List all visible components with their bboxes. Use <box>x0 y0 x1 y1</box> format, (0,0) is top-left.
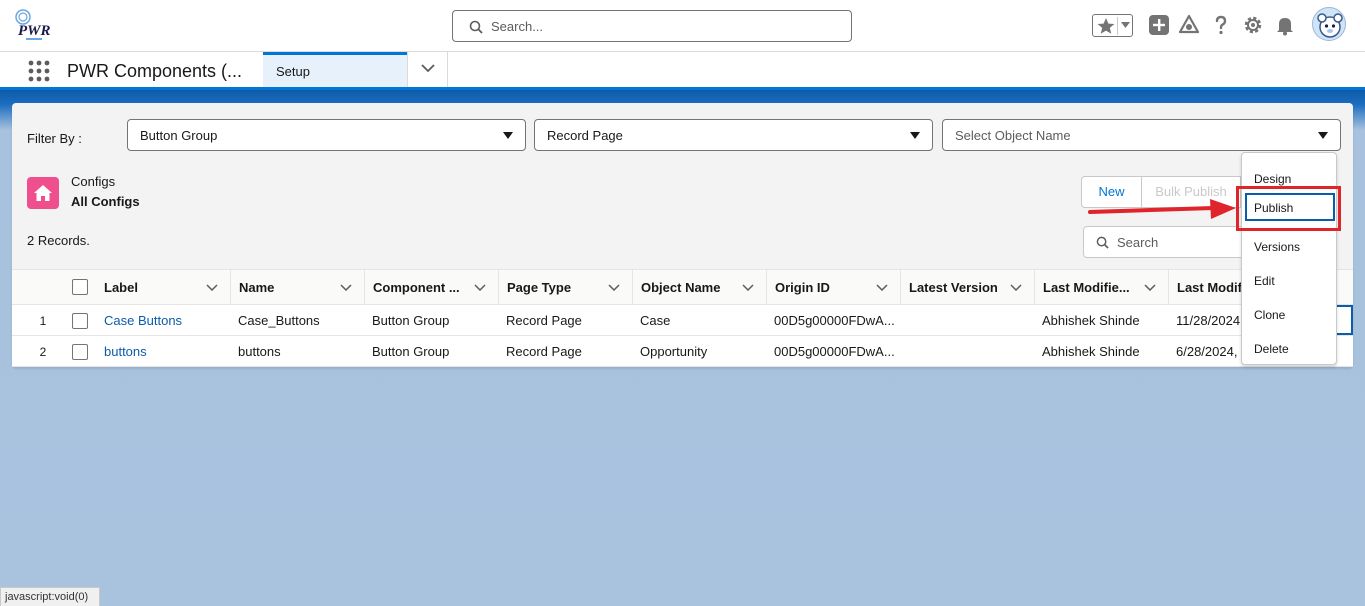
record-page-type: Record Page <box>506 313 582 328</box>
object-name-placeholder: Select Object Name <box>955 128 1071 143</box>
filter-by-label: Filter By : <box>27 131 82 146</box>
list-search-input[interactable]: Search <box>1083 226 1253 258</box>
record-count: 2 Records. <box>27 233 90 248</box>
column-header-name[interactable]: Name <box>230 270 364 304</box>
record-name: Case_Buttons <box>238 313 320 328</box>
app-name: PWR Components (... <box>67 61 243 81</box>
record-object-name: Case <box>640 313 671 328</box>
record-origin-id: 00D5g00000FDwA... <box>774 344 895 359</box>
record-component: Button Group <box>372 313 450 328</box>
column-header-label[interactable]: Label <box>96 270 230 304</box>
menu-item-edit[interactable]: Edit <box>1242 259 1336 293</box>
record-label-link[interactable]: Case Buttons <box>104 313 182 328</box>
configs-object-icon <box>27 177 59 209</box>
page-type-value: Record Page <box>547 128 623 143</box>
component-type-select[interactable]: Button Group <box>127 119 526 151</box>
user-avatar[interactable] <box>1312 7 1346 41</box>
configs-list-card: Filter By : Button Group Record Page Sel… <box>12 103 1353 367</box>
table-header: Label Name Component ... Page Type Objec… <box>12 269 1353 305</box>
object-name-select[interactable]: Select Object Name <box>942 119 1341 151</box>
column-header-object-name[interactable]: Object Name <box>632 270 766 304</box>
tab-setup[interactable]: Setup <box>263 52 407 87</box>
search-icon <box>469 20 483 34</box>
column-header-component[interactable]: Component ... <box>364 270 498 304</box>
menu-item-delete[interactable]: Delete <box>1242 327 1336 361</box>
chevron-down-icon <box>421 64 435 73</box>
column-header-page-type[interactable]: Page Type <box>498 270 632 304</box>
chevron-down-icon[interactable] <box>1121 22 1130 28</box>
search-icon <box>1096 236 1109 249</box>
svg-text:PWR: PWR <box>18 23 51 39</box>
chevron-down-icon[interactable] <box>206 284 218 291</box>
chevron-down-icon <box>910 132 920 139</box>
global-search-placeholder: Search... <box>491 19 544 34</box>
record-origin-id: 00D5g00000FDwA... <box>774 313 895 328</box>
trailhead-icon[interactable] <box>1178 14 1200 36</box>
pwr-logo[interactable]: PWR <box>14 8 54 44</box>
favorites-button[interactable] <box>1092 14 1133 37</box>
app-launcher-icon[interactable] <box>28 60 50 82</box>
column-header-latest-version[interactable]: Latest Version <box>900 270 1034 304</box>
record-last-modified: 6/28/2024, <box>1176 344 1238 359</box>
star-icon <box>1097 18 1115 34</box>
column-header-origin-id[interactable]: Origin ID <box>766 270 900 304</box>
record-page-type: Record Page <box>506 344 582 359</box>
record-name: buttons <box>238 344 281 359</box>
chevron-down-icon[interactable] <box>608 284 620 291</box>
list-view-name: All Configs <box>71 194 140 209</box>
favorites-separator <box>1117 17 1118 35</box>
record-last-modified-by: Abhishek Shinde <box>1042 313 1140 328</box>
menu-item-clone[interactable]: Clone <box>1242 293 1336 327</box>
app-navigation-bar: PWR Components (... Setup <box>0 52 1365 90</box>
plus-icon[interactable] <box>1148 14 1170 36</box>
row-action-trigger[interactable] <box>1337 305 1353 335</box>
status-bar: javascript:void(0) <box>0 587 100 606</box>
chevron-down-icon <box>503 132 513 139</box>
list-search-placeholder: Search <box>1117 235 1159 250</box>
annotation-arrow-icon <box>1088 199 1236 219</box>
chevron-down-icon[interactable] <box>742 284 754 291</box>
row-checkbox[interactable] <box>72 344 88 360</box>
gear-icon[interactable] <box>1242 14 1264 36</box>
chevron-down-icon[interactable] <box>1144 284 1156 291</box>
publish-highlight-box <box>1236 186 1341 231</box>
bell-icon[interactable] <box>1274 14 1296 36</box>
component-type-value: Button Group <box>140 128 218 143</box>
object-label: Configs <box>71 174 116 189</box>
select-all-checkbox[interactable] <box>72 279 88 295</box>
chevron-down-icon <box>1318 132 1328 139</box>
page-type-select[interactable]: Record Page <box>534 119 933 151</box>
chevron-down-icon[interactable] <box>474 284 486 291</box>
row-action-menu: Design Publish Versions Edit Clone Delet… <box>1241 152 1337 365</box>
column-header-last-modified[interactable]: Last Modif <box>1168 270 1242 304</box>
chevron-down-icon[interactable] <box>1010 284 1022 291</box>
record-last-modified-by: Abhishek Shinde <box>1042 344 1140 359</box>
record-label-link[interactable]: buttons <box>104 344 147 359</box>
record-last-modified: 11/28/2024 <box>1176 313 1241 328</box>
row-checkbox[interactable] <box>72 313 88 329</box>
chevron-down-icon[interactable] <box>340 284 352 291</box>
row-number: 2 <box>39 345 47 359</box>
home-icon <box>34 185 52 201</box>
record-component: Button Group <box>372 344 450 359</box>
nav-more-button[interactable] <box>407 52 448 87</box>
global-header: PWR Search... <box>0 0 1365 52</box>
global-search-input[interactable]: Search... <box>452 10 852 42</box>
record-object-name: Opportunity <box>640 344 708 359</box>
row-number: 1 <box>39 314 47 328</box>
chevron-down-icon[interactable] <box>876 284 888 291</box>
table-row[interactable]: 1 Case Buttons Case_Buttons Button Group… <box>12 305 1353 336</box>
table-row[interactable]: 2 buttons buttons Button Group Record Pa… <box>12 336 1353 367</box>
question-icon[interactable] <box>1210 14 1232 36</box>
tab-setup-label: Setup <box>276 64 310 79</box>
column-header-last-modified-by[interactable]: Last Modifie... <box>1034 270 1168 304</box>
